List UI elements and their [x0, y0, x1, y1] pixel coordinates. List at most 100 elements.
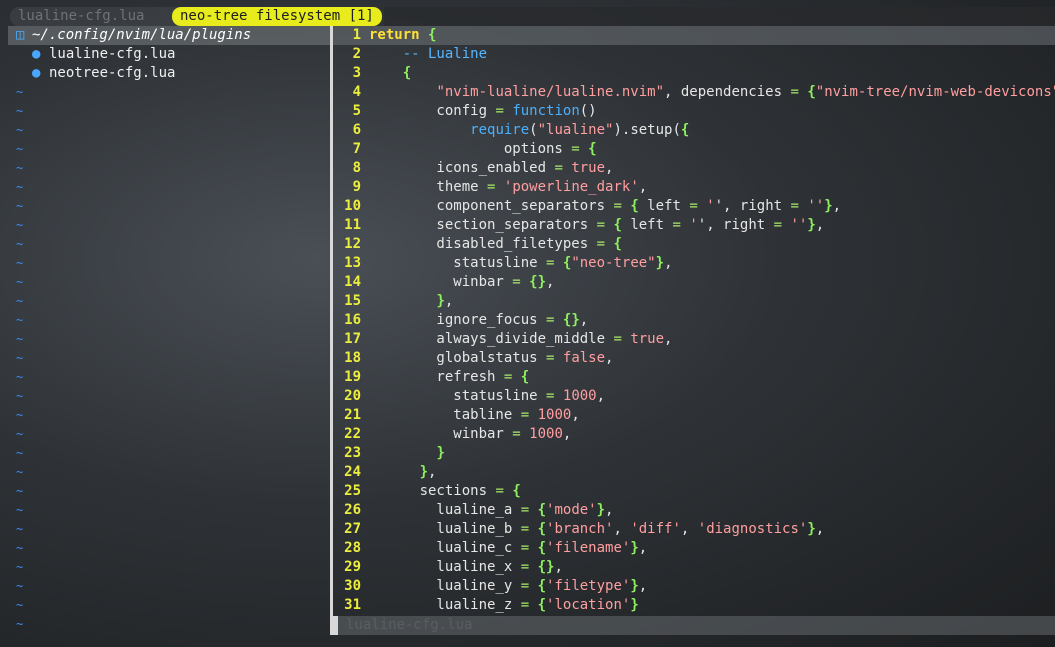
- code-line[interactable]: 31 lualine_z = {'location'}: [333, 596, 1055, 615]
- code-token: =: [790, 198, 799, 214]
- code-token: 'filetype': [546, 578, 631, 594]
- code-token: ,: [546, 274, 555, 290]
- code-line[interactable]: 3 {: [333, 64, 1055, 83]
- code-line[interactable]: 14 winbar = {},: [333, 273, 1055, 292]
- empty-line-marker: ~: [16, 522, 24, 536]
- line-number: 15: [344, 293, 361, 309]
- tab-neo-tree-filesystem[interactable]: neo-tree filesystem [1]: [172, 7, 382, 26]
- empty-line-marker: ~: [16, 484, 24, 498]
- empty-line-marker: ~: [16, 389, 24, 403]
- empty-line-marker: ~: [16, 427, 24, 441]
- code-token: "neo-tree": [571, 255, 656, 271]
- code-token: ,: [638, 540, 648, 556]
- code-line[interactable]: 27 lualine_b = {'branch', 'diff', 'diagn…: [333, 520, 1055, 539]
- line-number: 9: [352, 179, 361, 195]
- code-line[interactable]: 5 config = function(): [333, 102, 1055, 121]
- code-token: return: [369, 27, 420, 43]
- lua-file-icon: ●: [32, 65, 41, 81]
- code-token: =: [495, 103, 504, 119]
- line-number: 22: [344, 426, 361, 442]
- code-line[interactable]: 16 ignore_focus = {},: [333, 311, 1055, 330]
- code-line[interactable]: 13 statusline = {"neo-tree"},: [333, 254, 1055, 273]
- tree-file-neotree-cfg[interactable]: ● neotree-cfg.lua: [8, 64, 330, 83]
- code-token: {}: [529, 274, 547, 290]
- code-line[interactable]: 24 },: [333, 463, 1055, 482]
- code-token: =: [689, 198, 698, 214]
- code-token: {: [537, 540, 547, 556]
- code-line[interactable]: 28 lualine_c = {'filename'},: [333, 539, 1055, 558]
- empty-line-marker: ~: [16, 275, 24, 289]
- code-token: statusline: [369, 388, 547, 404]
- code-line[interactable]: 19 refresh = {: [333, 368, 1055, 387]
- statusline: lualine-cfg.lua: [330, 616, 1055, 635]
- code-editor[interactable]: 1 return { 2 -- Lualine 3 { 4 "nvim-luali…: [333, 26, 1055, 616]
- code-token: ,: [571, 407, 580, 423]
- line-number: 26: [344, 502, 361, 518]
- code-line[interactable]: 12 disabled_filetypes = {: [333, 235, 1055, 254]
- code-token: lualine_x: [369, 559, 521, 575]
- code-line[interactable]: 11 section_separators = { left = '', rig…: [333, 216, 1055, 235]
- code-token: =: [520, 597, 530, 613]
- empty-line-marker: ~: [16, 237, 24, 251]
- code-token: function: [512, 103, 580, 119]
- code-line[interactable]: 6 require("lualine").setup({: [333, 121, 1055, 140]
- empty-line-marker: ~: [16, 370, 24, 384]
- line-number: 29: [344, 559, 361, 575]
- empty-line-marker: ~: [16, 85, 24, 99]
- code-token: sections: [369, 483, 496, 499]
- code-line[interactable]: 7 options = {: [333, 140, 1055, 159]
- empty-line-marker: ~: [16, 332, 24, 346]
- code-token: -- Lualine: [369, 46, 488, 62]
- code-token: =: [512, 274, 521, 290]
- code-token: =: [790, 84, 799, 100]
- code-line[interactable]: 4 "nvim-lualine/lualine.nvim", dependenc…: [333, 83, 1055, 102]
- lua-file-icon: ●: [32, 46, 41, 62]
- code-line[interactable]: 26 lualine_a = {'mode'},: [333, 501, 1055, 520]
- empty-line-marker: ~: [16, 256, 24, 270]
- code-line[interactable]: 1 return {: [333, 26, 1055, 45]
- code-token: ,: [664, 255, 673, 271]
- code-line[interactable]: 2 -- Lualine: [333, 45, 1055, 64]
- code-line[interactable]: 20 statusline = 1000,: [333, 387, 1055, 406]
- tree-file-lualine-cfg[interactable]: ● lualine-cfg.lua: [8, 45, 330, 64]
- code-line[interactable]: 15 },: [333, 292, 1055, 311]
- code-token: }: [419, 464, 429, 480]
- tabline-fill: [384, 7, 1055, 26]
- code-line[interactable]: 17 always_divide_middle = true,: [333, 330, 1055, 349]
- code-token: =: [672, 217, 681, 233]
- code-line[interactable]: 23 }: [333, 444, 1055, 463]
- code-line[interactable]: 21 tabline = 1000,: [333, 406, 1055, 425]
- line-number: 17: [344, 331, 361, 347]
- code-token: =: [495, 483, 504, 499]
- code-token: "nvim-tree/nvim-web-devicons": [815, 84, 1055, 100]
- code-token: ,: [638, 179, 648, 195]
- code-token: }: [807, 521, 816, 537]
- code-token: =: [571, 141, 580, 157]
- line-number: 27: [344, 521, 361, 537]
- tree-root-row[interactable]: ◫ ~/.config/nvim/lua/plugins: [8, 26, 330, 45]
- code-line[interactable]: 30 lualine_y = {'filetype'},: [333, 577, 1055, 596]
- code-token: 1000: [529, 426, 563, 442]
- line-number: 16: [344, 312, 361, 328]
- empty-line-marker: ~: [16, 598, 24, 612]
- code-line[interactable]: 22 winbar = 1000,: [333, 425, 1055, 444]
- empty-line-marker: ~: [16, 104, 24, 118]
- code-token: =: [613, 331, 622, 347]
- code-line[interactable]: 9 theme = 'powerline_dark',: [333, 178, 1055, 197]
- tab-lualine-cfg[interactable]: lualine-cfg.lua: [10, 7, 178, 26]
- code-line[interactable]: 25 sections = {: [333, 482, 1055, 501]
- code-token: options: [369, 141, 572, 157]
- code-line[interactable]: 29 lualine_x = {},: [333, 558, 1055, 577]
- code-line[interactable]: 8 icons_enabled = true,: [333, 159, 1055, 178]
- code-token: icons_enabled: [369, 160, 555, 176]
- code-token: }: [630, 540, 639, 556]
- code-token: left: [638, 198, 690, 214]
- code-line[interactable]: 18 globalstatus = false,: [333, 349, 1055, 368]
- code-line[interactable]: 10 component_separators = { left = '', r…: [333, 197, 1055, 216]
- empty-line-marker: ~: [16, 142, 24, 156]
- code-token: left: [621, 217, 673, 233]
